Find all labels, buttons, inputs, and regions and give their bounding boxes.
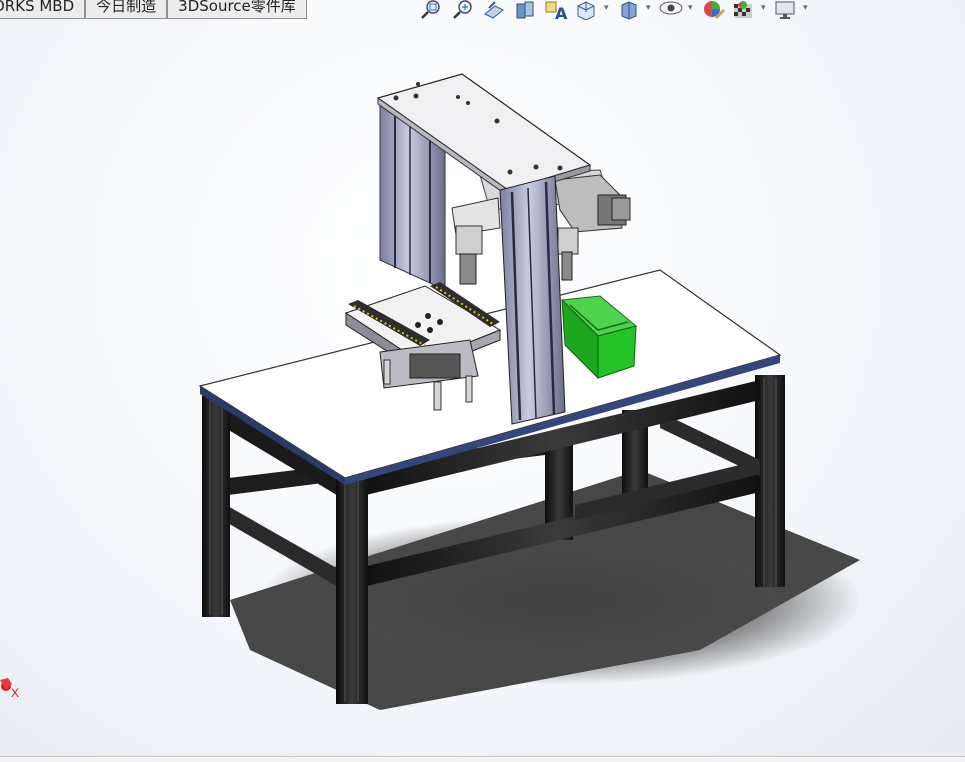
status-divider xyxy=(0,756,965,762)
front-column xyxy=(499,175,566,425)
section-view-icon[interactable] xyxy=(511,0,539,22)
zoom-area-icon[interactable] xyxy=(449,0,477,22)
previous-view-icon[interactable] xyxy=(480,0,508,22)
front-right-leg xyxy=(336,478,368,704)
chevron-down-icon[interactable]: ▾ xyxy=(803,0,811,22)
chevron-down-icon[interactable]: ▾ xyxy=(688,0,696,22)
heads-up-toolbar: A ▾ ▾ ▾ ▾ ▾ xyxy=(418,0,811,22)
svg-text:A: A xyxy=(555,4,568,20)
view-settings-icon[interactable] xyxy=(772,0,800,22)
hide-show-icon[interactable] xyxy=(657,0,685,22)
chevron-down-icon[interactable]: ▾ xyxy=(604,0,612,22)
view-orientation-icon[interactable] xyxy=(573,0,601,22)
display-style-icon[interactable] xyxy=(615,0,643,22)
chevron-down-icon[interactable]: ▾ xyxy=(761,0,769,22)
front-left-leg xyxy=(202,392,230,617)
apply-scene-icon[interactable] xyxy=(730,0,758,22)
chevron-down-icon[interactable]: ▾ xyxy=(646,0,654,22)
coordinate-triad: X xyxy=(0,678,19,700)
annotation-icon[interactable]: A xyxy=(542,0,570,22)
tab-jinri-zhizao[interactable]: 今日制造 xyxy=(85,0,168,19)
graphics-area[interactable]: X xyxy=(0,22,965,757)
tab-mbd[interactable]: ORKS MBD xyxy=(0,0,86,19)
axis-x-label: X xyxy=(11,686,19,700)
tab-bar: ORKS MBD 今日制造 3DSource零件库 xyxy=(0,0,307,19)
edit-appearance-icon[interactable] xyxy=(699,0,727,22)
zoom-to-fit-icon[interactable] xyxy=(418,0,446,22)
tab-3dsource[interactable]: 3DSource零件库 xyxy=(167,0,307,19)
workstation-model: X xyxy=(0,73,860,710)
